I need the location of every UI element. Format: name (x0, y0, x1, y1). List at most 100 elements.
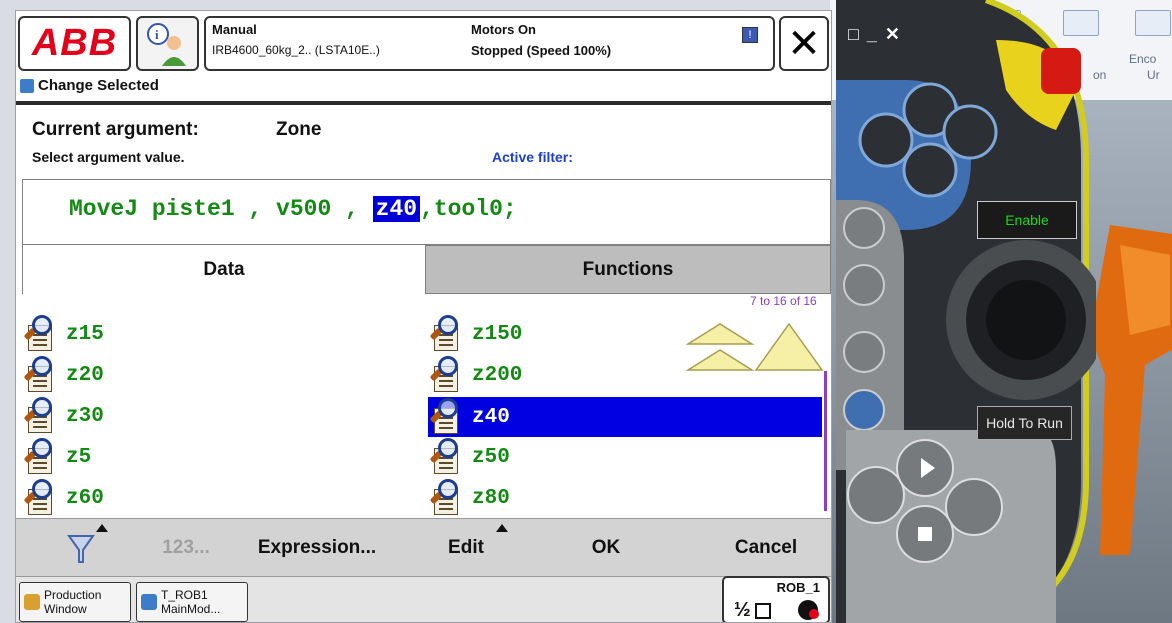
list-item-label: z5 (66, 445, 92, 469)
cancel-button[interactable]: Cancel (706, 519, 826, 577)
list-item-label: z150 (472, 322, 523, 346)
ribbon-text: Enco (1129, 52, 1157, 66)
instruction-text[interactable]: ,tool0; (420, 196, 517, 222)
tab-functions[interactable]: Functions (425, 245, 831, 294)
motors-state: Motors On (471, 22, 536, 37)
ribbon-text: Ur (1147, 68, 1160, 82)
robot-unit-label: ROB_1 (776, 580, 820, 595)
restore-icon[interactable]: □ (848, 24, 859, 45)
edit-button[interactable]: Edit (416, 519, 516, 577)
data-icon (22, 438, 62, 476)
svg-text:i: i (155, 27, 159, 42)
data-list: z15 z20 z30 z5 z60 z150 z200 z40 z50 z80 (16, 294, 831, 518)
notification-icon[interactable]: ! (742, 27, 758, 43)
abb-logo: ABB (31, 22, 118, 64)
current-argument-label: Current argument: (32, 119, 199, 140)
status-bar[interactable]: Manual IRB4600_60kg_2.. (LSTA10E..) Moto… (204, 16, 775, 71)
robot-name: IRB4600_60kg_2.. (LSTA10E..) (212, 43, 380, 57)
top-bar: ABB i Manual IRB4600_60kg_2.. (LSTA10E..… (16, 11, 831, 101)
list-item[interactable]: z60 (22, 478, 412, 518)
data-icon (428, 398, 468, 436)
list-item-label: z200 (472, 363, 523, 387)
task-line1: T_ROB1 (161, 588, 208, 602)
hold-to-run-button[interactable]: Hold To Run (977, 406, 1072, 440)
instruction-text[interactable]: MoveJ piste1 , v500 , (69, 196, 373, 222)
argument-panel: Current argument: Zone Select argument v… (16, 105, 831, 179)
task-line2: MainMod... (161, 602, 221, 616)
list-item[interactable]: z20 (22, 355, 412, 395)
run-state: Stopped (Speed 100%) (471, 43, 612, 58)
tab-data[interactable]: Data (22, 245, 425, 294)
production-line2: Window (44, 602, 87, 616)
list-item-label: z30 (66, 404, 104, 428)
list-item[interactable]: z200 (428, 355, 688, 395)
current-argument-value: Zone (276, 119, 322, 140)
list-item-label: z60 (66, 486, 104, 510)
pendant-window-controls: □ _ ✕ (840, 20, 928, 48)
instruction-selected-arg[interactable]: z40 (372, 196, 421, 222)
command-bar: 123... Expression... Edit OK Cancel (16, 518, 831, 577)
page-counter: 7 to 16 of 16 (750, 294, 817, 308)
list-item[interactable]: z5 (22, 437, 412, 477)
close-icon[interactable]: ✕ (885, 24, 900, 45)
numeric-button[interactable]: 123... (136, 519, 236, 577)
list-item[interactable]: z80 (428, 478, 688, 518)
program-editor-label: T_ROB1 MainMod... (161, 588, 220, 616)
menu-up-arrow-icon (496, 524, 508, 532)
breadcrumb-label: Change Selected (38, 77, 159, 94)
active-filter-link[interactable]: Active filter: (492, 149, 573, 165)
flexpendant-hardware (836, 0, 1096, 623)
info-person-icon: i (147, 23, 186, 66)
data-icon (428, 315, 468, 353)
close-button[interactable]: ✕ (779, 16, 829, 71)
list-item[interactable]: z150 (428, 314, 688, 354)
menu-up-arrow-icon (96, 524, 108, 532)
production-window-button[interactable]: Production Window (19, 582, 131, 622)
ribbon-icon[interactable] (1135, 10, 1171, 36)
list-item[interactable]: z15 (22, 314, 412, 354)
scrollbar[interactable] (824, 371, 827, 511)
list-item-label: z80 (472, 486, 510, 510)
abb-menu-button[interactable]: ABB (18, 16, 131, 71)
data-icon (428, 479, 468, 517)
list-item[interactable]: z30 (22, 396, 412, 436)
scroll-up-arrows-icon[interactable] (686, 318, 826, 378)
task-bar: Production Window T_ROB1 MainMod... (16, 576, 831, 622)
minimize-icon[interactable]: _ (867, 24, 877, 45)
select-hint: Select argument value. (32, 149, 185, 165)
quickset-robot-button[interactable]: ROB_1 ½ (722, 576, 830, 622)
list-item-label: z15 (66, 322, 104, 346)
data-icon (428, 438, 468, 476)
list-item-selected[interactable]: z40 (428, 397, 822, 437)
filter-button[interactable] (36, 519, 126, 577)
production-line1: Production (44, 588, 102, 602)
flexpendant-screen: ABB i Manual IRB4600_60kg_2.. (LSTA10E..… (15, 10, 832, 623)
program-editor-button[interactable]: T_ROB1 MainMod... (136, 582, 248, 622)
breadcrumb: Change Selected (20, 77, 159, 94)
program-icon (20, 78, 34, 93)
list-item-label: z50 (472, 445, 510, 469)
production-window-label: Production Window (44, 588, 101, 616)
svg-text:½: ½ (734, 599, 751, 621)
production-icon (24, 594, 40, 610)
filter-icon (67, 535, 95, 563)
data-icon (22, 356, 62, 394)
instruction-box: MoveJ piste1 , v500 , z40 ,tool0; (22, 179, 831, 245)
enable-button[interactable]: Enable (977, 201, 1077, 239)
data-icon (22, 315, 62, 353)
ok-button[interactable]: OK (556, 519, 656, 577)
data-icon (428, 356, 468, 394)
list-item-label: z20 (66, 363, 104, 387)
robot-arm-graphic (1090, 225, 1172, 555)
mode-text: Manual (212, 22, 257, 37)
robot-status-icon: ½ (734, 599, 819, 621)
program-icon (141, 594, 157, 610)
event-log-button[interactable]: i (136, 16, 199, 71)
expression-button[interactable]: Expression... (242, 519, 392, 577)
data-icon (22, 479, 62, 517)
list-item-label: z40 (472, 405, 510, 429)
edit-label: Edit (448, 537, 484, 558)
data-icon (22, 397, 62, 435)
list-item[interactable]: z50 (428, 437, 688, 477)
instruction-line: MoveJ piste1 , v500 , z40 ,tool0; (69, 196, 517, 222)
